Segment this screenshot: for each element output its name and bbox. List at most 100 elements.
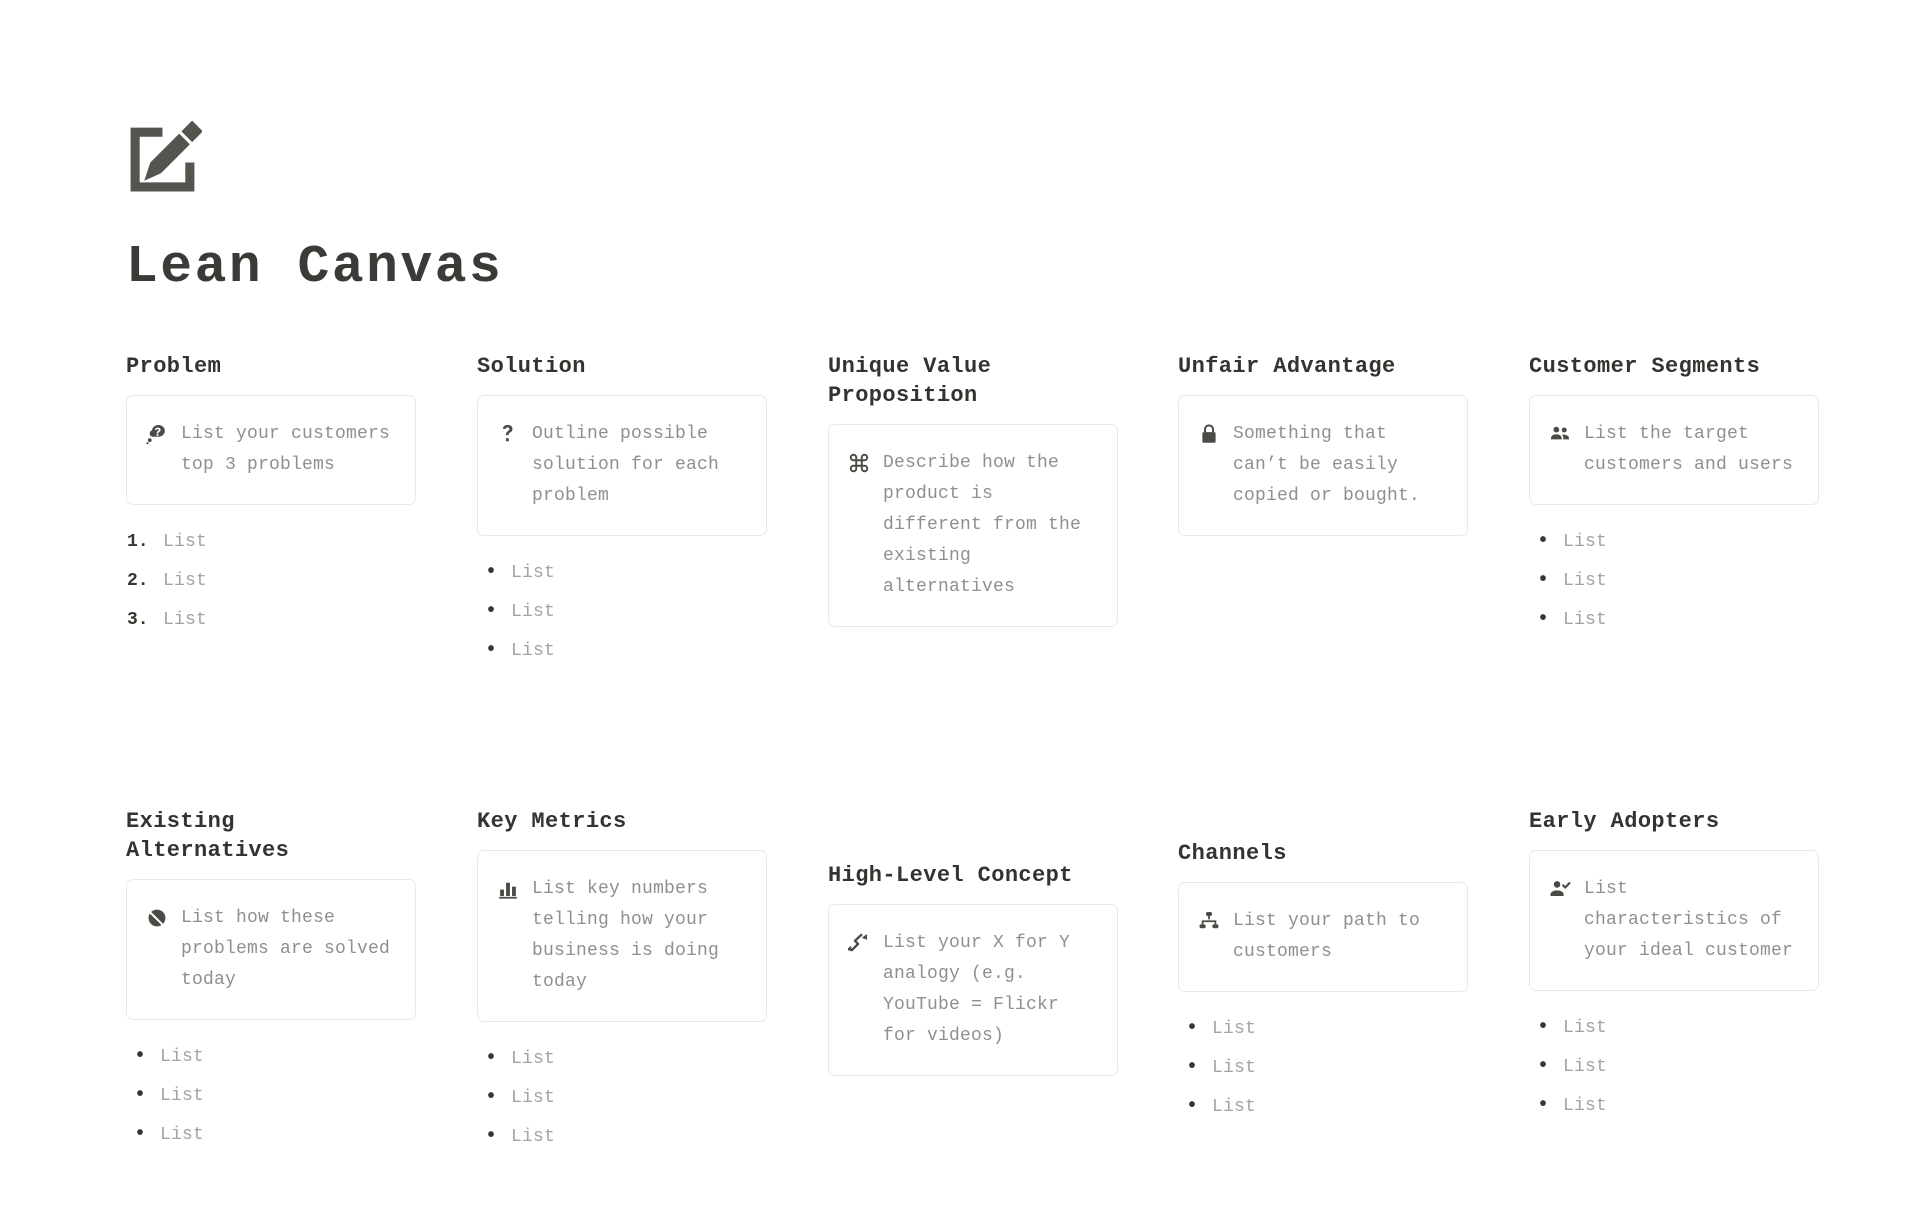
bullet-icon: • — [485, 599, 498, 623]
hint-card-problem[interactable]: List your customers top 3 problems — [126, 395, 416, 505]
list-item[interactable]: • List — [126, 1038, 416, 1077]
list-item[interactable]: • List — [1529, 1087, 1819, 1126]
page-header: Lean Canvas — [126, 120, 826, 296]
list-item-text: List — [1563, 1056, 1608, 1077]
hint-text-early-adopters: List characteristics of your ideal custo… — [1584, 879, 1794, 961]
block-problem: Problem List your customers top 3 proble… — [126, 352, 416, 640]
hint-card-key-metrics[interactable]: List key numbers telling how your busine… — [477, 850, 767, 1022]
list-item-text: List — [511, 562, 556, 583]
lean-canvas-page: Lean Canvas Problem List your customers … — [0, 0, 1920, 1199]
list-item-text: List — [511, 640, 556, 661]
list-item[interactable]: • List — [477, 593, 767, 632]
bullet-icon: • — [1537, 1015, 1550, 1039]
list-item-text: List — [1563, 570, 1608, 591]
hint-card-unique-value-proposition[interactable]: Describe how the product is different fr… — [828, 424, 1118, 627]
bullet-icon: • — [485, 1124, 498, 1148]
list-item[interactable]: 2. List — [126, 562, 416, 601]
hint-text-existing-alternatives: List how these problems are solved today — [181, 908, 391, 990]
list-early-adopters: • List • List • List — [1529, 1009, 1819, 1126]
hint-card-existing-alternatives[interactable]: List how these problems are solved today — [126, 879, 416, 1020]
list-item[interactable]: • List — [477, 1079, 767, 1118]
list-item[interactable]: • List — [1178, 1088, 1468, 1127]
bullet-icon: • — [1537, 568, 1550, 592]
block-title-unique-value-proposition: Unique Value Proposition — [828, 354, 992, 409]
list-item[interactable]: • List — [477, 1118, 767, 1157]
list-item-text: List — [163, 531, 208, 552]
block-unfair-advantage: Unfair Advantage Something that can’t be… — [1178, 352, 1468, 536]
list-item-text: List — [160, 1085, 205, 1106]
list-item-text: List — [163, 570, 208, 591]
list-item-text: List — [511, 1048, 556, 1069]
list-key-metrics: • List • List • List — [477, 1040, 767, 1157]
hint-text-key-metrics: List key numbers telling how your busine… — [532, 879, 720, 992]
list-item[interactable]: • List — [477, 632, 767, 671]
list-item[interactable]: • List — [1178, 1049, 1468, 1088]
hint-card-channels[interactable]: List your path to customers — [1178, 882, 1468, 992]
list-item[interactable]: • List — [477, 1040, 767, 1079]
hint-text-solution: Outline possible solution for each probl… — [532, 424, 720, 506]
bullet-icon: • — [134, 1044, 147, 1068]
block-high-level-concept: High-Level Concept List your X for Y ana… — [828, 861, 1118, 1076]
block-title-solution: Solution — [477, 354, 586, 379]
list-marker: 3. — [127, 610, 149, 630]
bullet-icon: • — [1537, 1093, 1550, 1117]
list-item[interactable]: • List — [1529, 523, 1819, 562]
list-item[interactable]: • List — [126, 1077, 416, 1116]
list-marker: 1. — [127, 531, 149, 552]
hint-card-high-level-concept[interactable]: List your X for Y analogy (e.g. YouTube … — [828, 904, 1118, 1076]
bullet-icon: • — [134, 1083, 147, 1107]
list-item-text: List — [1212, 1097, 1257, 1117]
hint-card-solution[interactable]: Outline possible solution for each probl… — [477, 395, 767, 536]
thought-bubble-question-icon — [146, 423, 168, 445]
hint-card-customer-segments[interactable]: List the target customers and users — [1529, 395, 1819, 505]
user-check-icon — [1549, 878, 1571, 900]
page-title: Lean Canvas — [126, 237, 504, 297]
bullet-icon: • — [1537, 1054, 1550, 1078]
list-item[interactable]: • List — [126, 1116, 416, 1155]
bullet-icon: • — [485, 1085, 498, 1109]
list-existing-alternatives: • List • List • List — [126, 1038, 416, 1155]
list-item[interactable]: • List — [1529, 1048, 1819, 1087]
edit-square-pencil-icon — [126, 120, 203, 196]
block-early-adopters: Early Adopters List characteristics of y… — [1529, 807, 1819, 1126]
hint-text-high-level-concept: List your X for Y analogy (e.g. YouTube … — [883, 933, 1071, 1046]
hint-text-problem: List your customers top 3 problems — [181, 424, 391, 475]
list-item[interactable]: • List — [1178, 1010, 1468, 1049]
list-item-text: List — [511, 1126, 556, 1147]
block-title-key-metrics: Key Metrics — [477, 809, 627, 834]
list-item[interactable]: 1. List — [126, 523, 416, 562]
sitemap-hierarchy-icon — [1198, 910, 1220, 932]
block-title-channels: Channels — [1178, 841, 1287, 866]
hint-text-customer-segments: List the target customers and users — [1584, 424, 1794, 475]
list-item-text: List — [511, 1087, 556, 1108]
hint-card-unfair-advantage[interactable]: Something that can’t be easily copied or… — [1178, 395, 1468, 536]
block-title-high-level-concept: High-Level Concept — [828, 863, 1073, 888]
canvas-row-top: Problem List your customers top 3 proble… — [126, 352, 1826, 807]
list-problem: 1. List 2. List 3. List — [126, 523, 416, 640]
hint-card-early-adopters[interactable]: List characteristics of your ideal custo… — [1529, 850, 1819, 991]
block-channels: Channels List your path to customers • Li… — [1178, 839, 1468, 1127]
bullet-icon: • — [1186, 1016, 1199, 1040]
lock-icon — [1198, 423, 1220, 445]
list-item-text: List — [1212, 1057, 1257, 1078]
block-title-customer-segments: Customer Segments — [1529, 354, 1761, 379]
list-item[interactable]: • List — [1529, 1009, 1819, 1048]
list-item[interactable]: • List — [1529, 562, 1819, 601]
bullet-icon: • — [1537, 529, 1550, 553]
list-item-text: List — [163, 610, 208, 630]
list-item[interactable]: 3. List — [126, 601, 416, 640]
bullet-icon: • — [485, 638, 498, 662]
list-item-text: List — [1563, 531, 1608, 552]
list-item[interactable]: • List — [477, 554, 767, 593]
prohibited-circle-slash-icon — [146, 907, 168, 929]
list-item[interactable]: • List — [1529, 601, 1819, 640]
bullet-icon: • — [485, 560, 498, 584]
block-existing-alternatives: Existing Alternatives List how these pro… — [126, 807, 416, 1155]
block-key-metrics: Key Metrics List key numbers telling how… — [477, 807, 767, 1157]
block-solution: Solution Outline possible solution for e… — [477, 352, 767, 671]
hint-text-channels: List your path to customers — [1233, 911, 1421, 962]
canvas-row-bottom: Existing Alternatives List how these pro… — [126, 807, 1826, 1207]
bullet-icon: • — [1537, 608, 1550, 631]
question-mark-icon — [497, 423, 519, 445]
list-solution: • List • List • List — [477, 554, 767, 671]
